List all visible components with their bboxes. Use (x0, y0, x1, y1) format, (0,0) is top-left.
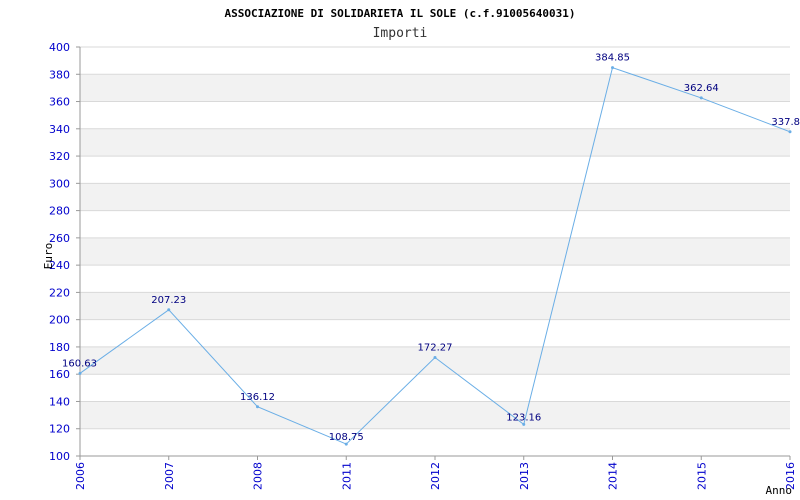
data-label: 384.85 (595, 53, 630, 64)
y-tick-label: 340 (49, 123, 70, 136)
y-axis-title: Euro (42, 243, 55, 270)
x-tick-label: 2008 (252, 462, 265, 490)
x-tick-label: 2015 (695, 462, 708, 490)
grid-band (80, 183, 790, 211)
grid-band (80, 128, 790, 157)
y-tick-label: 300 (49, 177, 70, 190)
data-label: 160.63 (62, 358, 97, 369)
y-tick-label: 400 (49, 41, 70, 54)
data-label: 136.12 (240, 392, 275, 403)
x-tick-label: 2006 (74, 462, 87, 490)
grid-band (80, 401, 790, 429)
y-tick-label: 120 (49, 423, 70, 436)
y-tick-label: 360 (49, 96, 70, 109)
data-point (699, 96, 703, 100)
grid-band (80, 237, 790, 266)
x-tick-label: 2013 (518, 462, 531, 490)
y-tick-label: 200 (49, 314, 70, 327)
data-point (433, 355, 437, 359)
data-point (78, 371, 82, 375)
y-tick-label: 220 (49, 286, 70, 299)
x-axis-ticks: 2006 2007 2008 2011 2012 2013 2014 2015 2016 (74, 456, 797, 490)
x-tick-label: 2011 (340, 462, 353, 490)
y-tick-label: 180 (49, 341, 70, 354)
y-tick-label: 100 (49, 450, 70, 463)
y-tick-label: 160 (49, 368, 70, 381)
plot-bands (80, 74, 790, 429)
data-point (256, 405, 259, 409)
y-tick-label: 280 (49, 205, 70, 218)
x-axis-title: Anno (766, 484, 793, 497)
data-point (167, 308, 171, 312)
data-point (611, 66, 614, 70)
data-label: 108.75 (329, 432, 364, 443)
data-label: 207.23 (151, 295, 186, 306)
data-label: 172.27 (418, 342, 453, 353)
chart-subtitle: Importi (373, 26, 428, 41)
x-tick-label: 2014 (607, 462, 620, 490)
data-label: 362.64 (684, 83, 719, 94)
y-tick-label: 320 (49, 150, 70, 163)
x-tick-label: 2012 (429, 462, 442, 490)
x-tick-label: 2007 (163, 462, 176, 490)
grid-band (80, 292, 790, 320)
data-label: 337.8 (771, 117, 800, 128)
y-tick-label: 380 (49, 68, 70, 81)
chart-title: ASSOCIAZIONE DI SOLIDARIETA IL SOLE (c.f… (225, 7, 576, 20)
line-chart: ASSOCIAZIONE DI SOLIDARIETA IL SOLE (c.f… (42, 7, 800, 497)
y-tick-label: 140 (49, 395, 70, 408)
data-label: 123.16 (506, 412, 541, 423)
data-point (788, 130, 792, 134)
